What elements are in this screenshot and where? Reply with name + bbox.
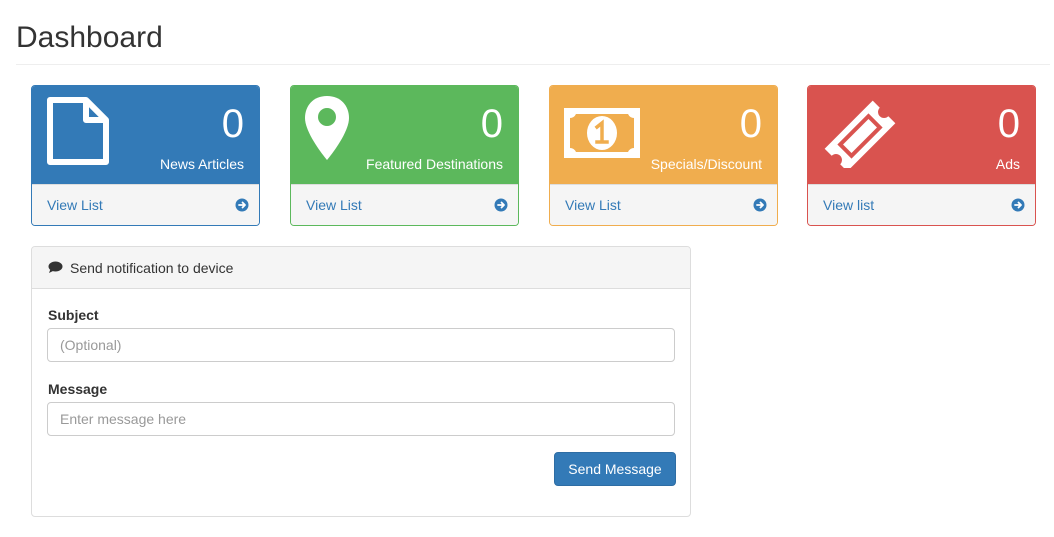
stat-label: Featured Destinations xyxy=(366,156,503,172)
view-list-link-news-articles[interactable]: View List xyxy=(32,184,259,225)
stat-panel-ads: 0 Ads View list xyxy=(807,85,1036,226)
stat-label: Specials/Discount xyxy=(650,156,762,172)
notification-panel-title: Send notification to device xyxy=(70,260,234,276)
stat-label: Ads xyxy=(995,156,1020,172)
file-icon xyxy=(47,97,109,165)
stat-panel-news-articles: 0 News Articles View List xyxy=(31,85,260,226)
arrow-circle-right-icon xyxy=(235,198,249,212)
money-icon xyxy=(564,108,640,158)
stat-panel-header: 0 Featured Destinations xyxy=(291,86,518,184)
message-label: Message xyxy=(48,381,108,397)
view-list-link-specials-discount[interactable]: View List xyxy=(550,184,777,225)
message-input[interactable] xyxy=(47,402,675,436)
page-title: Dashboard xyxy=(16,21,163,54)
stat-count: 0 xyxy=(480,102,503,146)
stat-panel-header: 0 Ads xyxy=(808,86,1035,184)
stat-count: 0 xyxy=(739,102,762,146)
stat-panel-header: 0 Specials/Discount xyxy=(550,86,777,184)
subject-label: Subject xyxy=(48,307,99,323)
view-list-link-ads[interactable]: View list xyxy=(808,184,1035,225)
title-divider xyxy=(16,64,1050,65)
view-list-label[interactable]: View list xyxy=(823,196,874,214)
subject-input[interactable] xyxy=(47,328,675,362)
stat-panel-specials-discount: 0 Specials/Discount View List xyxy=(549,85,778,226)
view-list-label[interactable]: View List xyxy=(306,196,362,214)
send-message-button[interactable]: Send Message xyxy=(554,452,676,486)
stat-panel-header: 0 News Articles xyxy=(32,86,259,184)
stat-count: 0 xyxy=(221,102,244,146)
view-list-label[interactable]: View List xyxy=(47,196,103,214)
notification-panel: Send notification to device Subject Mess… xyxy=(31,246,691,517)
stat-label: News Articles xyxy=(159,156,244,172)
comment-icon xyxy=(48,261,63,273)
notification-panel-header: Send notification to device xyxy=(32,247,690,289)
stat-panel-featured-destinations: 0 Featured Destinations View List xyxy=(290,85,519,226)
view-list-label[interactable]: View List xyxy=(565,196,621,214)
stat-count: 0 xyxy=(997,102,1020,146)
view-list-link-featured-destinations[interactable]: View List xyxy=(291,184,518,225)
arrow-circle-right-icon xyxy=(1011,198,1025,212)
ticket-icon xyxy=(824,100,896,168)
arrow-circle-right-icon xyxy=(494,198,508,212)
arrow-circle-right-icon xyxy=(753,198,767,212)
